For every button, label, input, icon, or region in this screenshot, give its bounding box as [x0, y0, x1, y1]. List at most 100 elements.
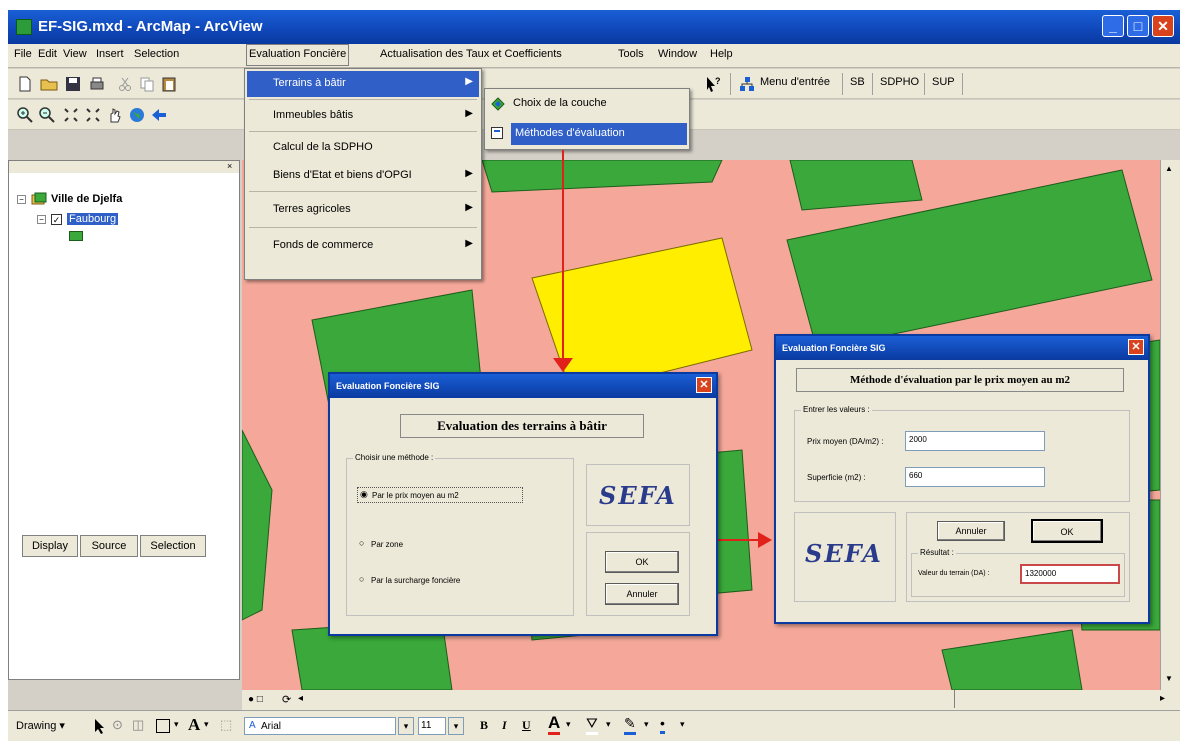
open-folder-icon[interactable] [40, 75, 58, 93]
rectangle-dropdown-icon[interactable]: ▾ [174, 719, 179, 730]
menu-help[interactable]: Help [710, 48, 733, 60]
rectangle-tool-icon[interactable] [156, 719, 170, 733]
toc-close-icon[interactable]: × [227, 161, 232, 171]
fill-color-icon[interactable]: ⛛ [586, 715, 598, 735]
menu-file[interactable]: File [14, 48, 32, 60]
fixed-zoom-out-icon[interactable] [84, 106, 102, 124]
menu-evaluation-fonciere[interactable]: Evaluation Foncière [246, 44, 350, 66]
scroll-left-icon[interactable]: ◂ [298, 693, 303, 704]
scroll-up-icon[interactable]: ▲ [1165, 164, 1173, 173]
menu-item-choix-couche[interactable]: Choix de la couche [513, 97, 607, 109]
underline-button[interactable]: U [522, 718, 531, 733]
parcel[interactable] [941, 629, 1083, 690]
zoom-whole-page-icon[interactable]: ◫ [132, 717, 144, 733]
edit-vertices-icon[interactable]: ⬚ [220, 717, 232, 733]
price-input[interactable]: 2000 [905, 431, 1045, 451]
menu-edit[interactable]: Edit [38, 48, 57, 60]
minimize-button[interactable]: _ [1102, 15, 1124, 37]
parcel[interactable] [481, 160, 723, 193]
menu-item-terrains-a-batir[interactable]: Terrains à bâtir ▶ [247, 71, 479, 97]
scroll-down-icon[interactable]: ▼ [1165, 674, 1173, 683]
text-dropdown-icon[interactable]: ▾ [204, 719, 209, 730]
back-extent-icon[interactable] [150, 106, 168, 124]
menu-item-label: Immeubles bâtis [273, 109, 354, 121]
fill-color-dropdown-icon[interactable]: ▾ [606, 719, 611, 730]
parcel[interactable] [789, 160, 923, 211]
area-input[interactable]: 660 [905, 467, 1045, 487]
sup-button[interactable]: SUP [932, 76, 955, 88]
tab-display[interactable]: Display [22, 535, 78, 557]
menu-item-terres-agricoles[interactable]: Terres agricoles ▶ [247, 197, 479, 223]
tab-selection[interactable]: Selection [140, 535, 206, 557]
map-vertical-scrollbar[interactable]: ▲ ▼ [1160, 160, 1180, 690]
fixed-zoom-in-icon[interactable] [62, 106, 80, 124]
paste-icon[interactable] [160, 75, 178, 93]
font-name-dropdown-icon[interactable]: ▾ [398, 717, 414, 735]
zoom-out-icon[interactable] [38, 106, 56, 124]
font-size-dropdown-icon[interactable]: ▾ [448, 717, 464, 735]
marker-color-dropdown-icon[interactable]: ▾ [680, 719, 685, 730]
sb-button[interactable]: SB [850, 76, 865, 88]
font-size-select[interactable]: 11 [418, 717, 446, 735]
what-is-this-icon[interactable]: ? [704, 75, 722, 93]
dialog-close-button[interactable]: ✕ [1128, 339, 1144, 355]
cut-icon[interactable] [116, 75, 134, 93]
new-text-icon[interactable]: A [188, 715, 200, 735]
scroll-right-icon[interactable]: ▸ [1160, 693, 1165, 704]
full-extent-icon[interactable] [128, 106, 146, 124]
cancel-button[interactable]: Annuler [605, 583, 679, 605]
menu-actualisation[interactable]: Actualisation des Taux et Coefficients [380, 48, 562, 60]
menu-item-label: Méthodes d'évaluation [515, 127, 625, 139]
menu-insert[interactable]: Insert [96, 48, 124, 60]
select-elements-icon[interactable] [92, 717, 108, 735]
close-button[interactable]: ✕ [1152, 15, 1174, 37]
sdpho-button[interactable]: SDPHO [880, 76, 919, 88]
ok-button[interactable]: OK [605, 551, 679, 573]
collapse-icon[interactable]: − [17, 195, 26, 204]
menu-entree-button[interactable]: Menu d'entrée [760, 76, 830, 88]
line-color-icon[interactable]: ✎ [624, 715, 636, 735]
layer-visibility-checkbox[interactable]: ✓ [51, 214, 62, 225]
radio-surcharge[interactable]: ○ Par la surcharge foncière [359, 573, 529, 589]
pan-icon[interactable] [106, 106, 124, 124]
radio-prix-moyen[interactable]: ◉ Par le prix moyen au m2 [357, 487, 523, 503]
menu-window[interactable]: Window [658, 48, 697, 60]
line-color-dropdown-icon[interactable]: ▾ [644, 719, 649, 730]
font-color-icon[interactable]: A [548, 714, 561, 735]
dialog-close-button[interactable]: ✕ [696, 377, 712, 393]
marker-color-icon[interactable]: • [660, 715, 665, 734]
layer-label-faubourg[interactable]: Faubourg [67, 213, 119, 225]
cancel-button[interactable]: Annuler [937, 521, 1005, 541]
ok-button[interactable]: OK [1031, 519, 1103, 543]
layer-symbol-swatch[interactable] [69, 231, 83, 241]
copy-icon[interactable] [138, 75, 156, 93]
map-navigation-bar: ● □ ⟳ ◂ ▸ [242, 690, 1180, 710]
maximize-button[interactable]: □ [1127, 15, 1149, 37]
menu-item-methodes-evaluation[interactable]: Méthodes d'évaluation [511, 123, 687, 145]
data-view-icon[interactable]: ● □ [248, 694, 263, 705]
menu-item-immeubles-batis[interactable]: Immeubles bâtis ▶ [247, 103, 479, 129]
radio-par-zone[interactable]: ○ Par zone [359, 537, 519, 553]
parcel[interactable] [242, 429, 273, 621]
bold-button[interactable]: B [480, 718, 488, 733]
menu-tools[interactable]: Tools [618, 48, 644, 60]
collapse-layer-icon[interactable]: − [37, 215, 46, 224]
rotate-icon[interactable]: ⊙ [112, 717, 123, 733]
refresh-icon[interactable]: ⟳ [282, 693, 291, 706]
menu-item-biens-etat[interactable]: Biens d'Etat et biens d'OPGI ▶ [247, 163, 479, 189]
menu-item-fonds-de-commerce[interactable]: Fonds de commerce ▶ [247, 233, 479, 259]
new-document-icon[interactable] [16, 75, 34, 93]
save-icon[interactable] [64, 75, 82, 93]
menu-view[interactable]: View [63, 48, 87, 60]
italic-button[interactable]: I [502, 718, 507, 733]
print-icon[interactable] [88, 75, 106, 93]
drawing-menu-button[interactable]: Drawing ▾ [16, 719, 65, 732]
tab-source[interactable]: Source [80, 535, 138, 557]
toc-root-label[interactable]: Ville de Djelfa [51, 193, 122, 205]
zoom-in-icon[interactable] [16, 106, 34, 124]
menu-item-calcul-sdpho[interactable]: Calcul de la SDPHO [247, 135, 479, 161]
font-name-select[interactable]: A Arial [244, 717, 396, 735]
font-color-dropdown-icon[interactable]: ▾ [566, 719, 571, 730]
terrain-value-output[interactable]: 1320000 [1020, 564, 1120, 584]
menu-selection[interactable]: Selection [134, 48, 179, 60]
